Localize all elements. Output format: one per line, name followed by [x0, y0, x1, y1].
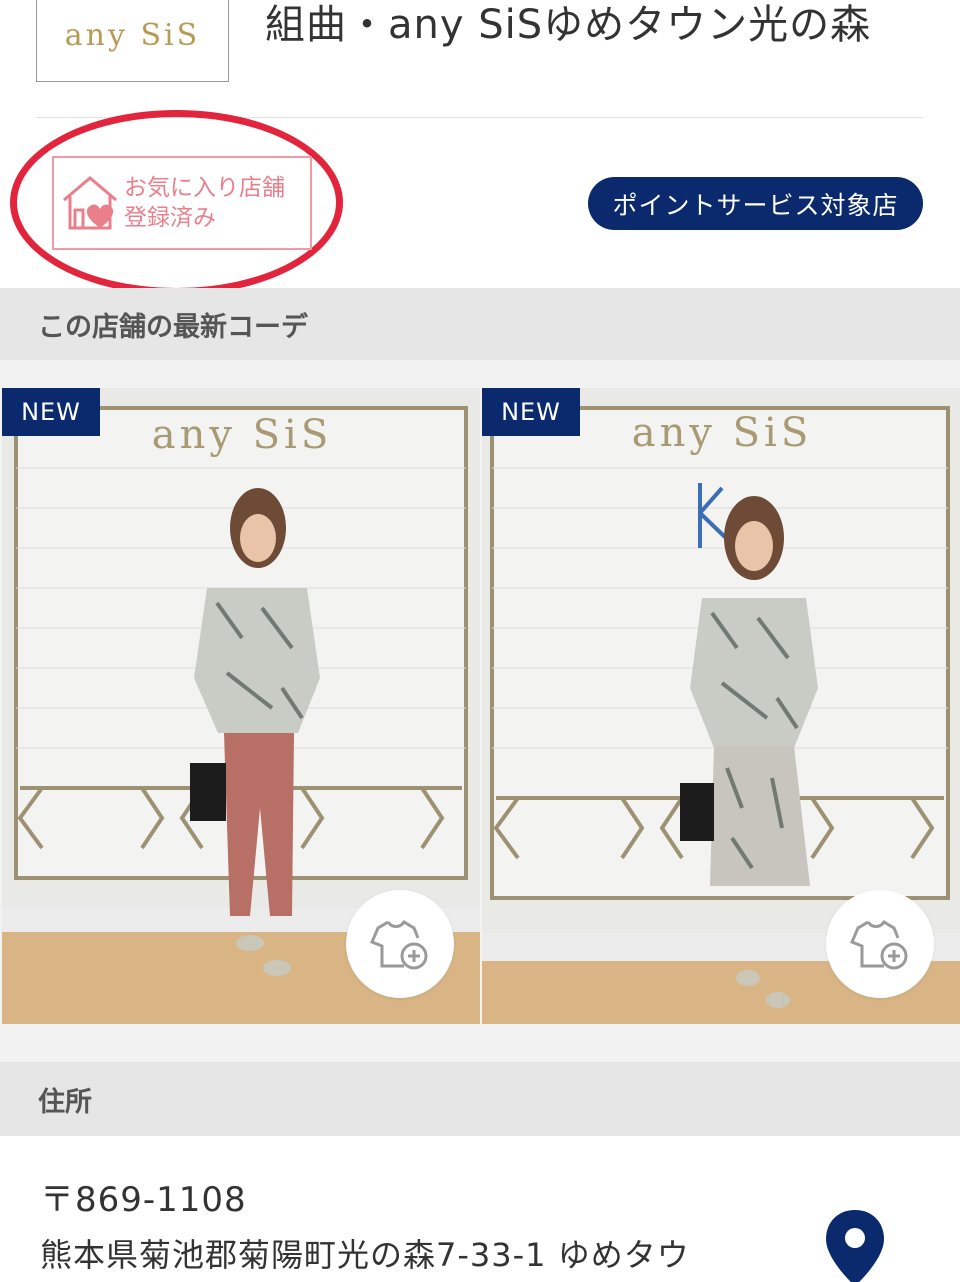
- favorite-store-button[interactable]: お気に入り店舗 登録済み: [52, 156, 312, 250]
- shop-sign-text: any SiS: [152, 412, 333, 458]
- store-title: 組曲・any SiSゆめタウン光の森: [265, 2, 872, 48]
- coordinate-gallery: any SiS NEW any SiS NEW: [0, 360, 960, 1062]
- point-service-badge[interactable]: ポイントサービス対象店: [588, 177, 923, 230]
- brand-logo-text: any SiS: [64, 17, 201, 53]
- shirt-heart-icon: [850, 919, 908, 970]
- coordinate-card[interactable]: any SiS NEW: [2, 388, 480, 1024]
- save-coordinate-button[interactable]: [826, 890, 934, 998]
- map-pin-icon[interactable]: [822, 1208, 888, 1282]
- shirt-heart-icon: [370, 919, 428, 970]
- new-badge: NEW: [2, 388, 100, 436]
- favorite-label-line1: お気に入り店舗: [124, 175, 285, 201]
- section-header-latest-coords: この店舗の最新コーデ: [0, 288, 960, 360]
- new-badge: NEW: [482, 388, 580, 436]
- store-header: any SiS 組曲・any SiSゆめタウン光の森: [0, 0, 960, 118]
- shop-sign-text: any SiS: [632, 410, 813, 456]
- postal-code: 〒869-1108: [40, 1180, 247, 1220]
- brand-logo: any SiS: [36, 0, 229, 82]
- coordinate-card[interactable]: any SiS NEW: [482, 388, 960, 1024]
- address-line: 熊本県菊池郡菊陽町光の森7-33-1 ゆめタウ: [40, 1236, 690, 1274]
- section-header-address: 住所: [0, 1062, 960, 1136]
- favorite-label-line2: 登録済み: [124, 205, 216, 231]
- save-coordinate-button[interactable]: [346, 890, 454, 998]
- address-block: 〒869-1108 熊本県菊池郡菊陽町光の森7-33-1 ゆめタウ: [0, 1136, 960, 1282]
- favorite-house-icon: [63, 176, 117, 230]
